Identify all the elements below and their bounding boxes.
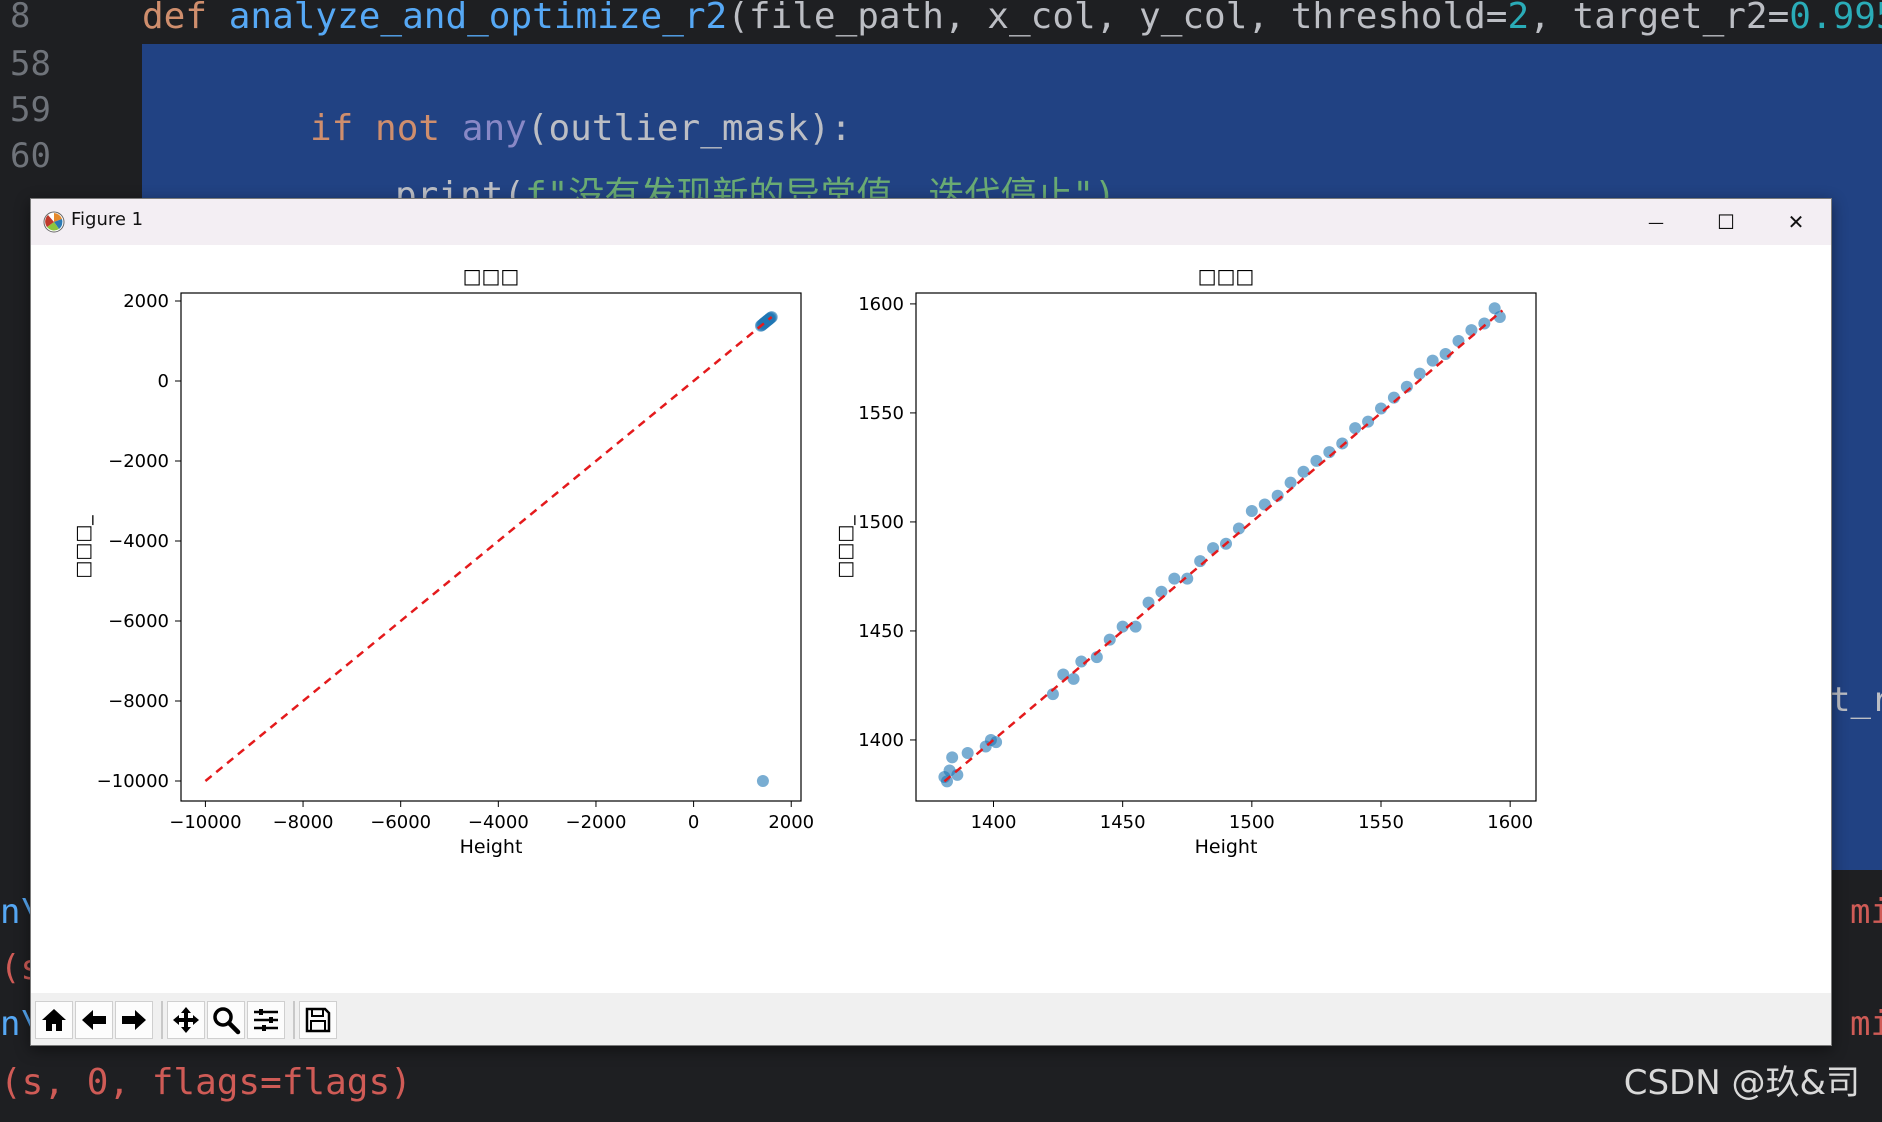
x-tick-label: −4000 [468, 812, 529, 833]
forward-icon [122, 1010, 146, 1030]
figure-canvas[interactable]: □□□ −10000 −8000 −6000 −4000 −2000 0 2000 2000 0 −… [31, 245, 1831, 993]
back-icon [82, 1010, 106, 1030]
y-tick-label: 0 [158, 371, 169, 392]
terminal-line: (s, 0, flags=flags) [0, 1062, 412, 1103]
x-tick-label: 1550 [1358, 812, 1404, 833]
keyword: if [310, 108, 354, 149]
scatter-point [1297, 465, 1310, 478]
x-axis-label: Height [460, 836, 523, 858]
configure-subplots-icon [254, 1009, 278, 1031]
forward-button[interactable] [115, 1001, 153, 1039]
y-tick-label: 2000 [123, 291, 169, 312]
matplotlib-icon [43, 211, 65, 233]
terminal-fragment: mi [1850, 1004, 1882, 1044]
plots-svg: □□□ −10000 −8000 −6000 −4000 −2000 0 2000 2000 0 −… [72, 264, 1537, 858]
save-button[interactable] [299, 1001, 337, 1039]
keyword: not [375, 108, 441, 149]
y-tick-label: 1450 [858, 621, 904, 642]
x-tick-label: −8000 [273, 812, 334, 833]
y-tick-label: 1500 [858, 512, 904, 533]
close-icon: ✕ [1787, 210, 1805, 234]
y-axis-label: □□□_ [834, 515, 856, 579]
code-line-def[interactable]: def analyze_and_optimize_r2(file_path, x… [142, 0, 1882, 37]
y-tick-label: −8000 [108, 691, 169, 712]
scatter-point [1413, 367, 1426, 380]
scatter-point [756, 775, 769, 787]
scatter-point [1465, 324, 1478, 337]
minimize-icon: — [1648, 212, 1664, 232]
title-bar[interactable]: Figure 1 — ☐ ✕ [31, 199, 1831, 245]
maximize-button[interactable]: ☐ [1691, 199, 1761, 245]
function-name: analyze_and_optimize_r2 [228, 0, 728, 37]
line-number: 60 [10, 136, 51, 176]
home-icon [42, 1009, 66, 1031]
y-tick-label: 1550 [858, 403, 904, 424]
code-line-if[interactable]: if not any(outlier_mask): [310, 108, 852, 149]
builtin: any [461, 108, 527, 149]
maximize-icon: ☐ [1717, 210, 1735, 234]
params: (file_path, x_col, y_col, threshold= [727, 0, 1508, 37]
y-tick-label: −6000 [108, 611, 169, 632]
close-button[interactable]: ✕ [1761, 199, 1831, 245]
plot-title: □□□ [463, 264, 520, 288]
watermark: CSDN @玖&司 [1623, 1063, 1860, 1103]
pan-button[interactable] [167, 1001, 205, 1039]
x-tick-label: −2000 [566, 812, 627, 833]
y-tick-label: 1400 [858, 730, 904, 751]
minimize-button[interactable]: — [1621, 199, 1691, 245]
scatter-point [1155, 585, 1168, 598]
y-tick-label: −2000 [108, 451, 169, 472]
line-number: 59 [10, 90, 51, 130]
scatter-point [946, 751, 959, 764]
scatter-point [961, 747, 974, 760]
code-fragment: t_r [1830, 680, 1882, 720]
x-tick-label: 1400 [971, 812, 1017, 833]
y-axis-label: □□□_ [72, 515, 94, 579]
terminal-fragment: mi [1850, 892, 1882, 932]
x-tick-label: 1600 [1487, 812, 1533, 833]
figure-window[interactable]: Figure 1 — ☐ ✕ □□□ −10000 −8000 −6000 −4000 −… [30, 198, 1832, 1046]
pan-icon [173, 1007, 199, 1033]
number: 0.995 [1789, 0, 1882, 37]
scatter-point [1284, 476, 1297, 489]
y-tick-label: −10000 [97, 771, 169, 792]
window-title: Figure 1 [71, 209, 144, 230]
x-tick-label: 2000 [768, 812, 814, 833]
x-tick-label: −10000 [169, 812, 241, 833]
x-tick-label: 1450 [1100, 812, 1146, 833]
code-text: (outlier_mask): [526, 108, 852, 149]
line-number: 8 [10, 0, 31, 36]
scatter-point [1349, 422, 1362, 435]
zoom-icon [213, 1007, 241, 1035]
plot-title: □□□ [1198, 264, 1255, 288]
x-tick-label: −6000 [370, 812, 431, 833]
scatter-point [1168, 572, 1181, 585]
y-tick-label: −4000 [108, 531, 169, 552]
params-mid: , target_r2= [1529, 0, 1790, 37]
line-number: 58 [10, 44, 51, 84]
toolbar-separator [161, 1001, 163, 1039]
x-tick-label: 0 [688, 812, 699, 833]
back-button[interactable] [75, 1001, 113, 1039]
x-axis-label: Height [1195, 836, 1258, 858]
zoom-button[interactable] [207, 1001, 245, 1039]
number: 2 [1507, 0, 1530, 37]
home-button[interactable] [35, 1001, 73, 1039]
toolbar-separator [293, 1001, 295, 1039]
save-icon [305, 1007, 331, 1033]
configure-subplots-button[interactable] [247, 1001, 285, 1039]
scatter-point [1245, 505, 1258, 518]
keyword: def [142, 0, 208, 37]
navigation-toolbar [31, 993, 1831, 1045]
x-tick-label: 1500 [1229, 812, 1275, 833]
y-tick-label: 1600 [858, 294, 904, 315]
scatter-point [1067, 672, 1080, 685]
